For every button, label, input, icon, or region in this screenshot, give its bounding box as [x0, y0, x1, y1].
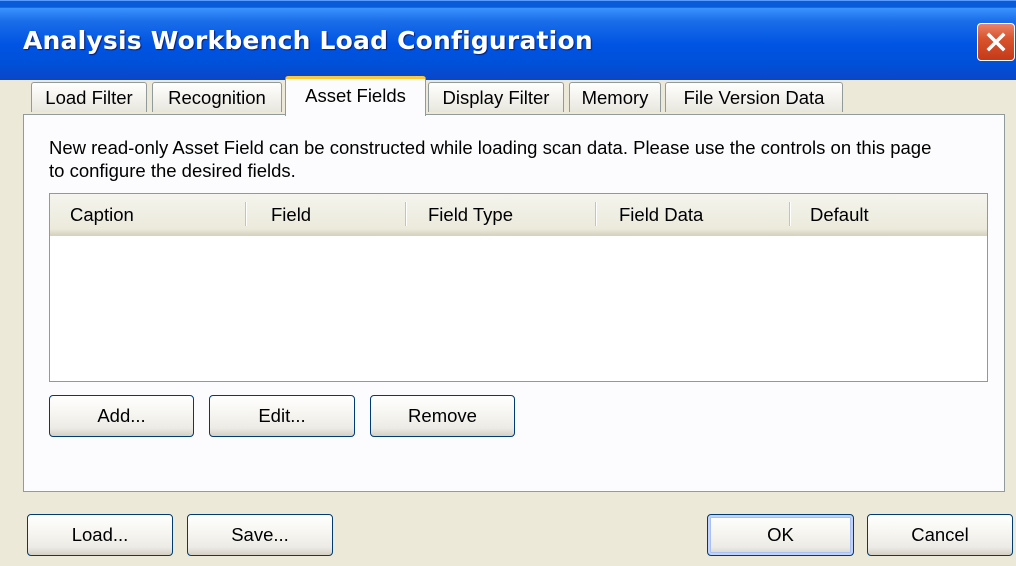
- column-header-field[interactable]: Field: [271, 194, 311, 235]
- column-header-field-type[interactable]: Field Type: [428, 194, 513, 235]
- tab-display-filter[interactable]: Display Filter: [428, 82, 564, 112]
- column-header-default[interactable]: Default: [810, 194, 869, 235]
- window-title: Analysis Workbench Load Configuration: [23, 26, 593, 55]
- ok-button[interactable]: OK: [707, 514, 854, 556]
- list-header: Caption Field Field Type Field Data Defa…: [50, 194, 987, 236]
- column-divider[interactable]: [245, 202, 246, 226]
- title-bar[interactable]: Analysis Workbench Load Configuration: [0, 0, 1016, 80]
- column-divider[interactable]: [789, 202, 790, 226]
- tab-file-version-data[interactable]: File Version Data: [665, 82, 843, 112]
- add-button[interactable]: Add...: [49, 395, 194, 437]
- load-button[interactable]: Load...: [27, 514, 173, 556]
- column-divider[interactable]: [405, 202, 406, 226]
- remove-button[interactable]: Remove: [370, 395, 515, 437]
- edit-button[interactable]: Edit...: [209, 395, 355, 437]
- tab-load-filter[interactable]: Load Filter: [31, 82, 147, 112]
- close-button[interactable]: [977, 23, 1015, 61]
- tab-memory[interactable]: Memory: [569, 82, 661, 112]
- column-header-caption[interactable]: Caption: [70, 194, 134, 235]
- tab-asset-fields[interactable]: Asset Fields: [285, 76, 426, 116]
- save-button[interactable]: Save...: [187, 514, 333, 556]
- asset-fields-list[interactable]: Caption Field Field Type Field Data Defa…: [49, 193, 988, 382]
- cancel-button[interactable]: Cancel: [867, 514, 1013, 556]
- close-icon: [986, 32, 1006, 52]
- tab-recognition[interactable]: Recognition: [152, 82, 282, 112]
- asset-fields-description: New read-only Asset Field can be constru…: [49, 137, 932, 181]
- column-header-field-data[interactable]: Field Data: [619, 194, 703, 235]
- column-divider[interactable]: [595, 202, 596, 226]
